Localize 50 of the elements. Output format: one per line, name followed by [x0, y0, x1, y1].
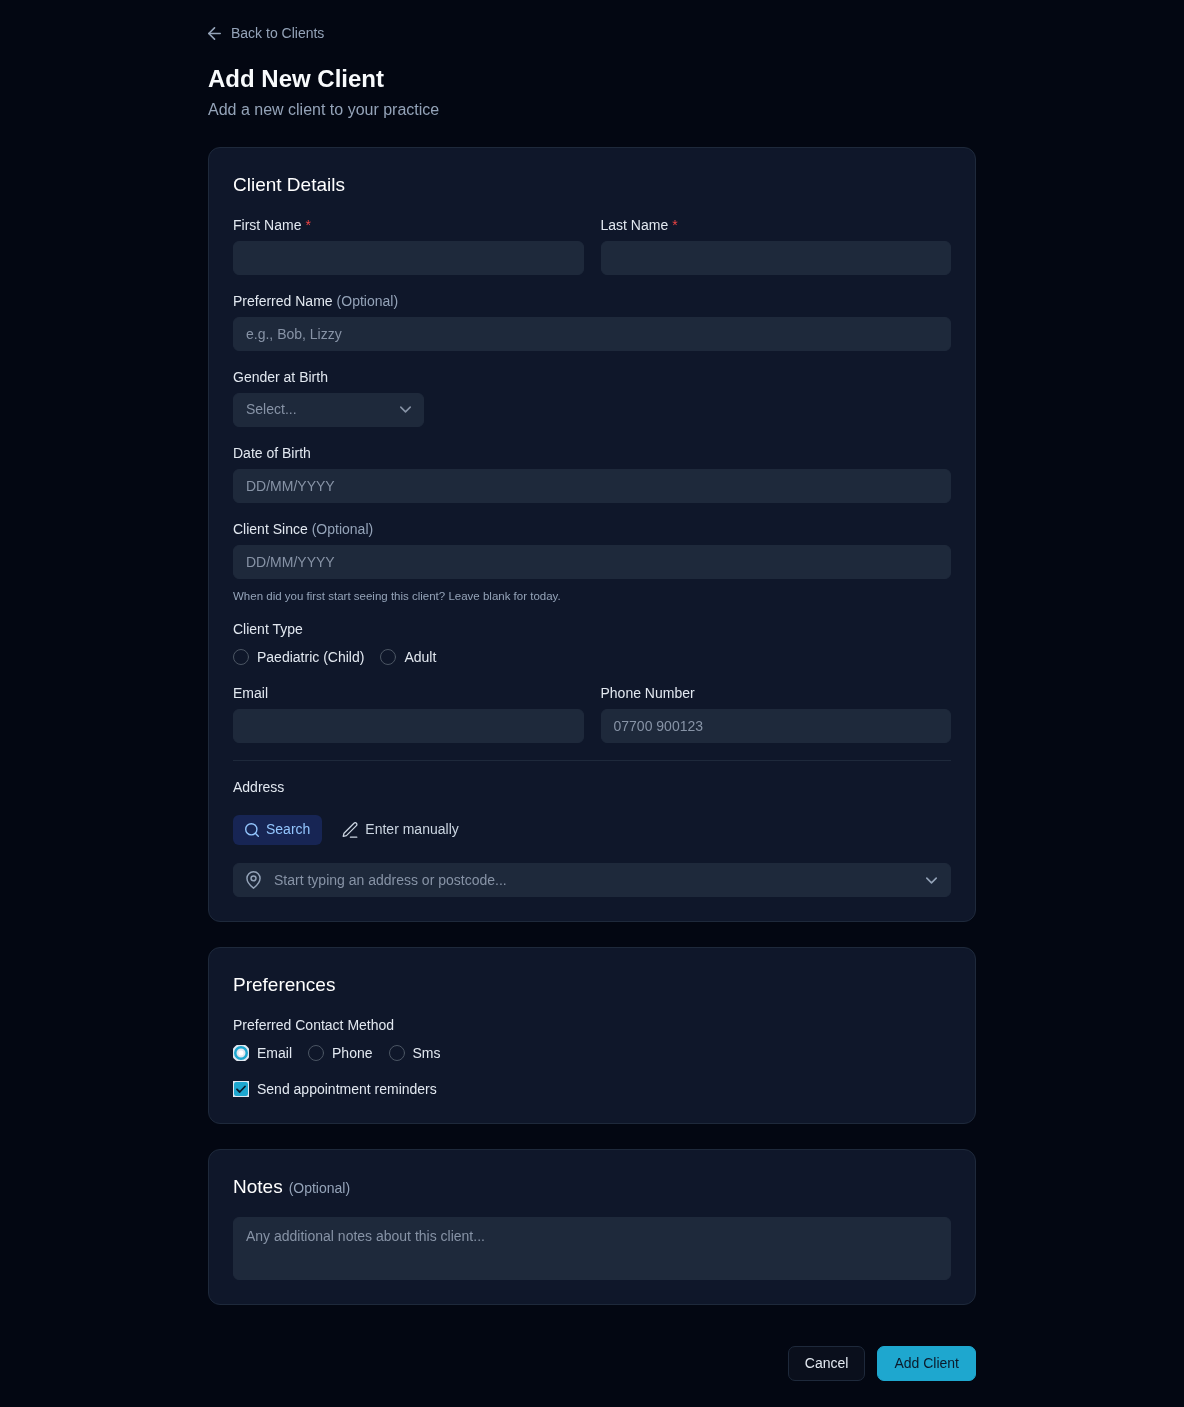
- checkbox-label: Send appointment reminders: [257, 1079, 437, 1099]
- radio-label: Email: [257, 1043, 292, 1063]
- chevron-down-icon: [400, 406, 411, 413]
- address-search-field[interactable]: Start typing an address or postcode...: [233, 862, 951, 897]
- field-label: Last Name: [600, 215, 669, 235]
- required-mark: *: [672, 215, 678, 235]
- field-label: Client Type: [233, 619, 303, 639]
- mode-tab[interactable]: Enter manually: [330, 814, 471, 845]
- field-label: Gender at Birth: [233, 367, 328, 387]
- notes-field[interactable]: Any additional notes about this client...: [233, 1216, 951, 1280]
- field-label: Client Since: [233, 519, 308, 539]
- pencil-icon: [342, 821, 359, 838]
- radio-button[interactable]: [308, 1044, 324, 1061]
- map-pin-icon: [246, 870, 261, 889]
- radio-button[interactable]: [233, 648, 249, 665]
- chevron-down-icon: [926, 876, 937, 884]
- input-field[interactable]: e.g., Bob, Lizzy: [233, 316, 951, 351]
- field-label: First Name: [233, 215, 302, 235]
- radio-button[interactable]: [380, 648, 397, 665]
- back-link[interactable]: Back to Clients: [208, 23, 325, 43]
- input-field[interactable]: DD/MM/YYYY: [233, 544, 951, 579]
- field-label: Email: [233, 683, 268, 703]
- section-title: Preferences: [233, 972, 336, 997]
- radio-label: Paediatric (Child): [257, 647, 365, 667]
- help-text: When did you first start seeing this client? Leave blank for today.: [233, 588, 562, 603]
- optional-note: (Optional): [311, 519, 374, 539]
- radio-button[interactable]: [388, 1044, 405, 1061]
- mode-tab[interactable]: Search: [233, 814, 323, 845]
- optional-note: (Optional): [288, 1178, 351, 1198]
- input-field[interactable]: 07700 900123: [600, 708, 951, 743]
- section-title: Notes: [233, 1174, 283, 1199]
- optional-note: (Optional): [336, 291, 399, 311]
- radio-label: Phone: [332, 1043, 373, 1063]
- radio-label: Sms: [412, 1043, 441, 1063]
- select-field[interactable]: Select...: [233, 392, 424, 427]
- field-label: Date of Birth: [233, 443, 311, 463]
- input-field[interactable]: DD/MM/YYYY: [233, 468, 951, 503]
- page-subtitle: Add a new client to your practice: [208, 99, 441, 120]
- section-title: Client Details: [233, 172, 345, 197]
- field-label: Address: [233, 777, 285, 797]
- submit-button[interactable]: Add Client: [877, 1345, 976, 1381]
- search-icon: [245, 822, 259, 837]
- page-title: Add New Client: [208, 63, 385, 94]
- field-label: Preferred Contact Method: [233, 1015, 395, 1035]
- required-mark: *: [305, 215, 311, 235]
- field-label: Phone Number: [600, 683, 695, 703]
- cancel-button[interactable]: Cancel: [787, 1345, 866, 1381]
- field-label: Preferred Name: [233, 291, 333, 311]
- checkbox[interactable]: [233, 1080, 249, 1097]
- radio-label: Adult: [404, 647, 437, 667]
